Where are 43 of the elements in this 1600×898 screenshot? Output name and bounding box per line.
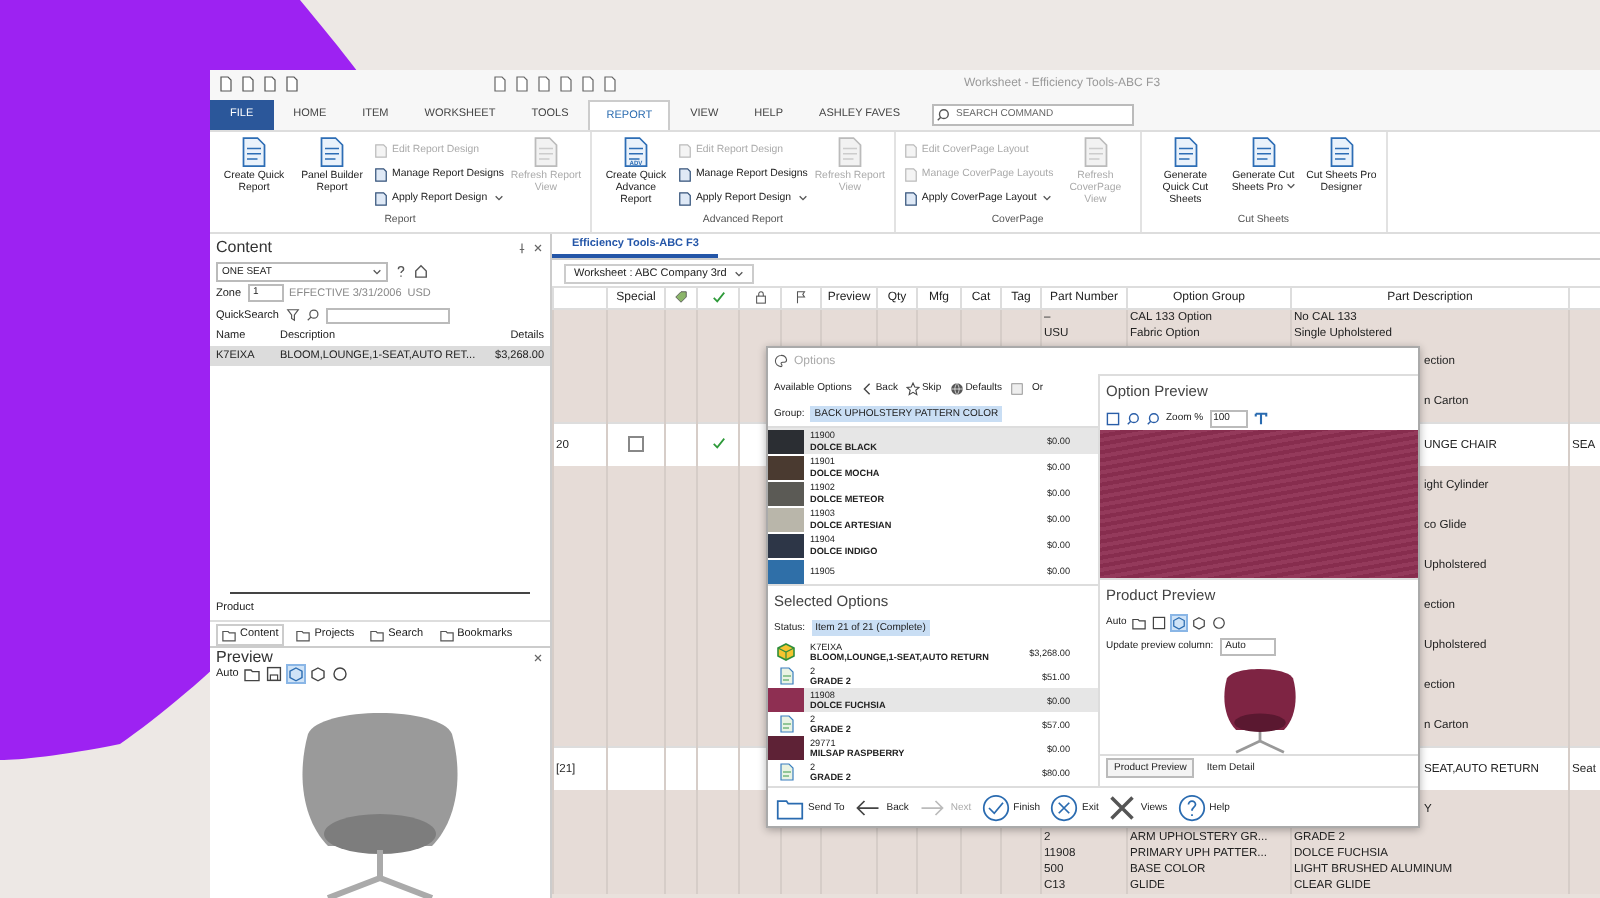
star-icon (905, 381, 920, 395)
zoom-icon[interactable] (1126, 411, 1140, 425)
caret-icon (493, 194, 504, 202)
panel-title: Preview (216, 648, 275, 666)
lock-icon (753, 290, 767, 305)
globe-icon (949, 381, 964, 395)
tag-icon (674, 290, 688, 305)
folder-icon (370, 627, 385, 641)
folder-icon (439, 627, 454, 641)
help-icon[interactable] (394, 264, 408, 278)
caret-icon (372, 267, 382, 275)
caret-icon (734, 269, 745, 277)
close-icon[interactable] (532, 241, 544, 253)
save-icon[interactable] (1152, 615, 1167, 629)
folder-icon (296, 627, 311, 641)
home-icon[interactable] (414, 264, 428, 278)
chevron-left-icon (859, 381, 874, 395)
folder-icon[interactable] (244, 666, 261, 682)
close-icon (1050, 793, 1079, 821)
text-icon[interactable] (1253, 411, 1268, 425)
circle-icon[interactable] (332, 666, 349, 682)
folder-icon[interactable] (1132, 615, 1147, 629)
search-icon[interactable] (305, 308, 319, 322)
filter-icon[interactable] (285, 308, 299, 322)
circle-icon[interactable] (1212, 615, 1227, 629)
checkbox[interactable] (628, 436, 644, 453)
save-icon[interactable] (1106, 411, 1120, 425)
folder-icon (222, 627, 236, 641)
save-icon[interactable] (266, 666, 283, 682)
panel-title: Content (216, 238, 275, 256)
caret-icon (1042, 194, 1053, 202)
zoom-icon[interactable] (1146, 411, 1160, 425)
checkmark-icon (981, 793, 1010, 821)
quicksearch-field[interactable] (325, 307, 449, 323)
caret-icon (1285, 182, 1295, 190)
pin-icon[interactable] (516, 241, 528, 253)
palette-icon (774, 354, 788, 368)
caret-icon (797, 194, 808, 202)
flag-icon (794, 290, 808, 305)
close-icon[interactable] (532, 651, 544, 663)
help-icon (1177, 793, 1206, 821)
checkmark-icon (711, 290, 725, 305)
search-icon (936, 107, 950, 121)
